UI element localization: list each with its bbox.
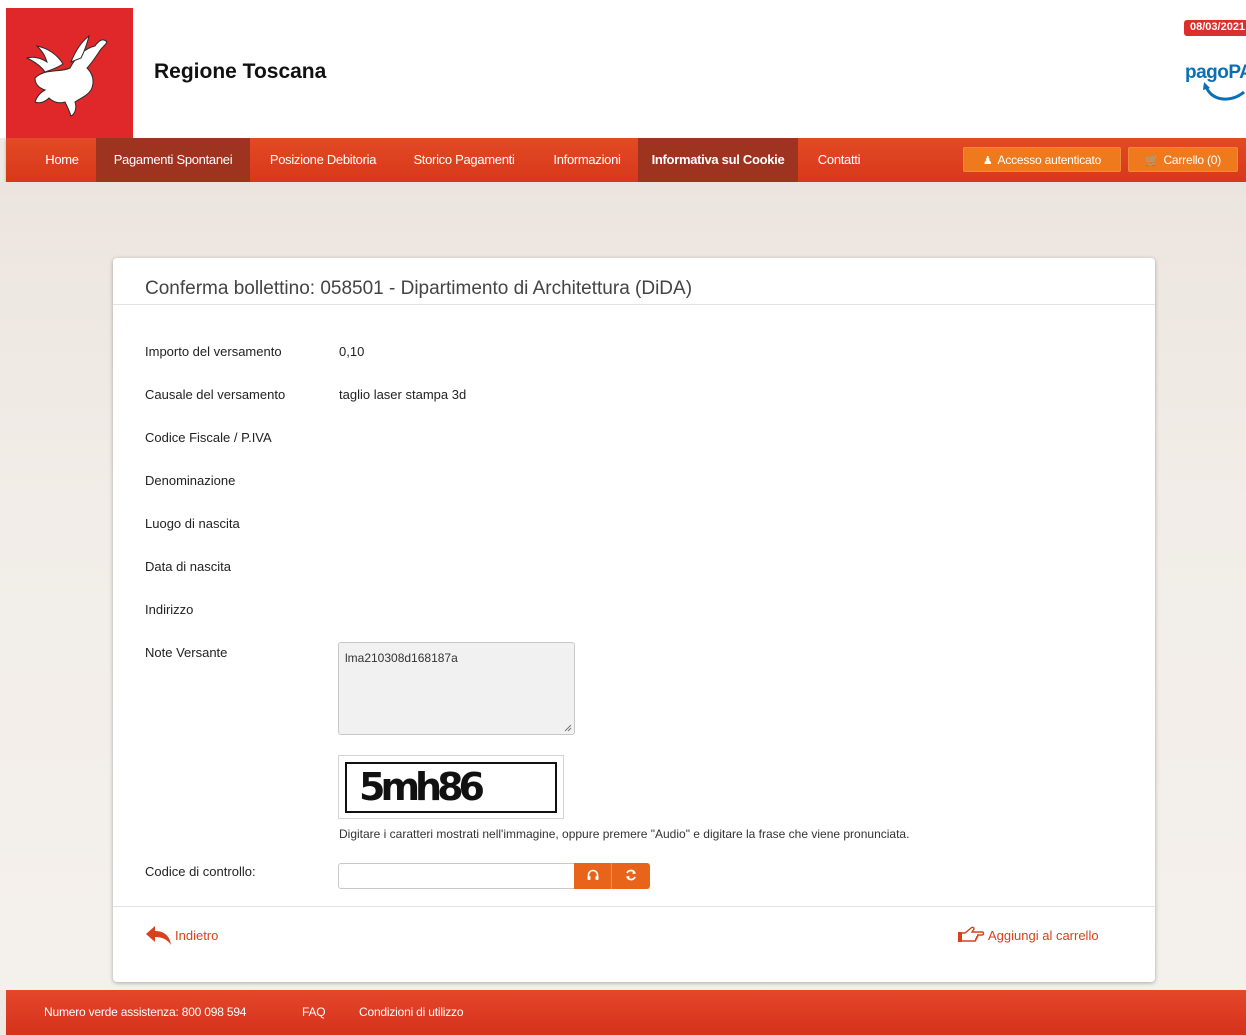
resize-grip-icon[interactable] xyxy=(564,724,572,732)
cart-label: Carrello (0) xyxy=(1163,153,1222,167)
footer-divider xyxy=(113,906,1155,907)
captcha-hint: Digitare i caratteri mostrati nell'immag… xyxy=(339,827,910,841)
birthdate-label: Data di nascita xyxy=(145,559,231,574)
back-arrow-icon xyxy=(146,926,171,945)
back-link[interactable]: Indietro xyxy=(145,924,218,946)
add-to-cart-link[interactable]: Aggiungi al carrello xyxy=(957,924,1099,946)
reason-value: taglio laser stampa 3d xyxy=(339,387,467,402)
pagopa-arc-icon xyxy=(1203,82,1245,101)
birthplace-label: Luogo di nascita xyxy=(145,516,240,531)
cart-button[interactable]: 🛒 Carrello (0) xyxy=(1128,147,1238,172)
audio-button[interactable] xyxy=(574,863,612,889)
pegasus-icon xyxy=(25,34,108,117)
user-icon: ♟ xyxy=(982,155,993,167)
main-nav: Home Pagamenti Spontanei Posizione Debit… xyxy=(6,138,1246,182)
page-title: Conferma bollettino: 058501 - Dipartimen… xyxy=(145,278,693,299)
notes-textarea-value: lma210308d168187a xyxy=(345,651,458,665)
control-code-label: Codice di controllo: xyxy=(145,864,256,879)
fiscal-code-label: Codice Fiscale / P.IVA xyxy=(145,430,272,445)
terms-link[interactable]: Condizioni di utilizzo xyxy=(359,990,464,1035)
title-divider xyxy=(113,304,1155,305)
headphones-icon xyxy=(587,869,598,880)
pagopa-logo: pagoPA xyxy=(1182,62,1246,108)
refresh-captcha-button[interactable] xyxy=(612,863,650,889)
confirm-panel: Conferma bollettino: 058501 - Dipartimen… xyxy=(113,258,1155,982)
name-label: Denominazione xyxy=(145,473,236,488)
reason-label: Causale del versamento xyxy=(145,387,286,402)
nav-informativa-cookie[interactable]: Informativa sul Cookie xyxy=(638,138,798,182)
login-label: Accesso autenticato xyxy=(997,153,1102,167)
notes-label: Note Versante xyxy=(145,645,228,660)
nav-pagamenti-spontanei[interactable]: Pagamenti Spontanei xyxy=(96,138,250,182)
captcha-image: 5mh86 xyxy=(345,762,557,813)
login-button[interactable]: ♟ Accesso autenticato xyxy=(963,147,1121,172)
refresh-icon xyxy=(626,869,636,881)
captcha-frame: 5mh86 xyxy=(338,755,564,819)
nav-storico-pagamenti[interactable]: Storico Pagamenti xyxy=(404,138,524,182)
back-link-label: Indietro xyxy=(175,927,219,943)
site-footer: Numero verde assistenza: 800 098 594 FAQ… xyxy=(6,990,1246,1035)
amount-label: Importo del versamento xyxy=(145,344,282,359)
amount-value: 0,10 xyxy=(339,344,365,359)
control-code-input[interactable] xyxy=(338,863,575,889)
nav-contatti[interactable]: Contatti xyxy=(806,138,872,182)
date-badge: 08/03/2021 xyxy=(1184,20,1246,36)
faq-link[interactable]: FAQ xyxy=(302,990,326,1035)
site-header: Regione Toscana 08/03/2021 pagoPA xyxy=(0,0,1246,138)
nav-home[interactable]: Home xyxy=(32,138,92,182)
site-title: Regione Toscana xyxy=(154,60,327,83)
nav-informazioni[interactable]: Informazioni xyxy=(542,138,632,182)
regione-toscana-logo[interactable] xyxy=(6,8,133,138)
notes-textarea[interactable]: lma210308d168187a xyxy=(338,642,575,735)
helpline-text: Numero verde assistenza: 800 098 594 xyxy=(44,1005,247,1019)
nav-posizione-debitoria[interactable]: Posizione Debitoria xyxy=(260,138,386,182)
pointing-hand-icon xyxy=(958,926,985,942)
address-label: Indirizzo xyxy=(145,602,194,617)
cart-icon: 🛒 xyxy=(1144,155,1159,167)
add-to-cart-label: Aggiungi al carrello xyxy=(988,927,1099,943)
